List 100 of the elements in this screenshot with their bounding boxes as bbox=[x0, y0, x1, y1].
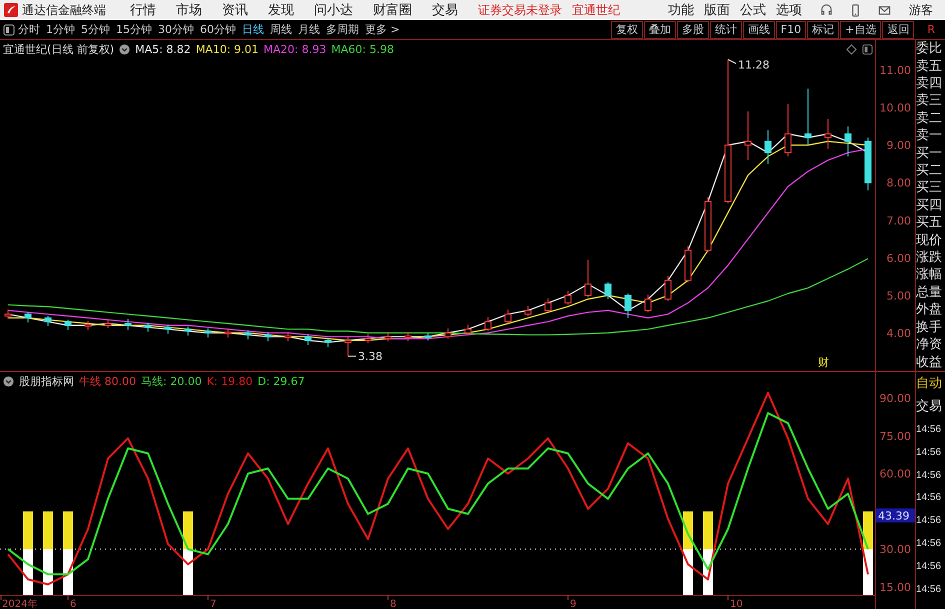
axis-tick-label: 90.00 bbox=[880, 392, 911, 405]
axis-tick-label: 8 bbox=[390, 599, 396, 609]
axis-tick-label: 15.00 bbox=[880, 580, 911, 594]
current-value-badge: 43.39 bbox=[876, 508, 915, 522]
axis-tick-label: 7 bbox=[210, 599, 216, 609]
candlestick bbox=[444, 328, 452, 340]
corner-label[interactable]: R bbox=[927, 23, 935, 36]
tool-menu-item[interactable]: 公式 bbox=[740, 1, 766, 19]
toolbar-button[interactable]: 多股 bbox=[676, 20, 709, 38]
quote-label: 卖三 bbox=[916, 93, 943, 108]
menu-item[interactable]: 财富圈 bbox=[373, 1, 412, 19]
axis-tick-label: 30.00 bbox=[880, 543, 911, 556]
candlestick bbox=[204, 328, 212, 338]
panel-toggle-icon[interactable] bbox=[3, 24, 15, 36]
candlestick bbox=[744, 110, 752, 161]
indicator-value: 马线: 20.00 bbox=[141, 374, 202, 388]
axis-tick-label: 10.00 bbox=[880, 102, 911, 115]
axis-tick-label: 5.00 bbox=[886, 289, 911, 302]
phone-icon[interactable] bbox=[849, 4, 862, 16]
legend-entry: MA20: 8.93 bbox=[264, 42, 326, 56]
candlestick bbox=[464, 324, 472, 336]
candlestick bbox=[4, 309, 12, 320]
menu-item[interactable]: 资讯 bbox=[222, 1, 248, 19]
quote-label: 买四 bbox=[916, 198, 943, 213]
axis-tick-label: 2024年 bbox=[2, 599, 38, 609]
tool-menu-item[interactable]: 选项 bbox=[776, 1, 802, 19]
price-annotation: 11.28 bbox=[728, 58, 770, 72]
axis-tick-label: 9 bbox=[570, 599, 576, 609]
candlestick bbox=[384, 332, 392, 342]
candlestick bbox=[784, 103, 792, 157]
panel-icon[interactable] bbox=[862, 44, 873, 54]
menu-item[interactable]: 问小达 bbox=[314, 1, 353, 19]
legend-entry: MA60: 5.98 bbox=[331, 42, 394, 56]
trade-time: 14:56 bbox=[916, 537, 942, 552]
candlestick bbox=[604, 282, 612, 300]
legend-entry: MA10: 9.01 bbox=[196, 42, 259, 56]
annotation: 3.38 bbox=[358, 350, 382, 364]
chevron-circle-icon[interactable] bbox=[119, 44, 130, 54]
quote-label: 买五 bbox=[916, 215, 943, 230]
quote-label: 卖五 bbox=[916, 58, 943, 74]
menu-item[interactable]: 发现 bbox=[268, 1, 294, 19]
legend-entry: K: 19.80 bbox=[206, 374, 253, 388]
candlestick bbox=[224, 328, 232, 338]
candlestick bbox=[124, 318, 132, 330]
axis-tick-label: 7.00 bbox=[886, 214, 911, 228]
diamond-icon[interactable] bbox=[846, 44, 857, 54]
quote-label: 净资 bbox=[916, 337, 943, 352]
user-label[interactable]: 游客 bbox=[909, 2, 933, 18]
menu-item[interactable]: 行情 bbox=[130, 1, 156, 19]
toolbar-button[interactable]: 复权 bbox=[610, 20, 643, 38]
toolbar-button[interactable]: 标记 bbox=[807, 20, 840, 38]
candlestick bbox=[104, 318, 112, 329]
headset-icon[interactable] bbox=[820, 4, 833, 16]
period-tab[interactable]: 5分钟 bbox=[81, 22, 110, 37]
toolbar-button[interactable]: 统计 bbox=[710, 20, 742, 38]
quote-label: 涨跌 bbox=[916, 250, 943, 266]
period-tab[interactable]: 周线 bbox=[270, 22, 292, 37]
period-tab[interactable]: 月线 bbox=[298, 22, 320, 37]
indicator-value: 牛线 80.00 bbox=[79, 374, 136, 388]
candlestick bbox=[504, 309, 512, 324]
mail-icon[interactable] bbox=[878, 4, 891, 16]
toolbar-button[interactable]: 叠加 bbox=[644, 20, 676, 38]
candlestick bbox=[584, 259, 592, 298]
period-tab[interactable]: 多周期 bbox=[326, 22, 359, 37]
axis-tick-label: 10 bbox=[730, 599, 743, 609]
finance-marker[interactable]: 财 bbox=[818, 356, 829, 369]
annotation: 11.28 bbox=[738, 58, 770, 72]
toolbar-button[interactable]: 画线 bbox=[742, 20, 775, 38]
chevron-circle-icon[interactable] bbox=[3, 376, 14, 386]
menu-item[interactable]: 市场 bbox=[176, 1, 202, 19]
stock-name: 宜通世纪 bbox=[572, 2, 620, 18]
period-tab[interactable]: 60分钟 bbox=[200, 22, 236, 37]
axis-tick-label: 60.00 bbox=[880, 468, 911, 481]
toolbar-button[interactable]: 返回 bbox=[882, 20, 914, 38]
legend-entry: D: 29.67 bbox=[258, 374, 305, 388]
period-tab[interactable]: 日线 bbox=[242, 22, 264, 37]
trade-time: 14:56 bbox=[916, 582, 942, 597]
candlestick bbox=[644, 294, 652, 313]
candlestick bbox=[44, 316, 52, 327]
period-tab[interactable]: 分时 bbox=[18, 22, 40, 37]
trade-time: 14:56 bbox=[916, 560, 942, 574]
quote-label: 收益 bbox=[916, 354, 943, 370]
period-tab[interactable]: 30分钟 bbox=[158, 22, 194, 37]
candlestick bbox=[304, 334, 312, 346]
quote-label: 换手 bbox=[916, 320, 943, 335]
toolbar-button[interactable]: +自选 bbox=[840, 20, 882, 38]
login-status[interactable]: 证券交易未登录 bbox=[478, 2, 562, 18]
trade-time: 14:56 bbox=[916, 422, 942, 437]
candlestick bbox=[524, 305, 532, 317]
menu-item[interactable]: 交易 bbox=[432, 1, 458, 19]
toolbar-button[interactable]: F10 bbox=[776, 20, 806, 38]
candlestick bbox=[164, 324, 172, 334]
tool-menu-item[interactable]: 版面 bbox=[704, 1, 730, 19]
period-tab[interactable]: 1分钟 bbox=[46, 22, 75, 37]
chart-title: 宜通世纪(日线 前复权) bbox=[3, 42, 114, 56]
candlestick bbox=[664, 275, 672, 302]
auto-label[interactable]: 自动 bbox=[916, 376, 945, 391]
period-tab[interactable]: 15分钟 bbox=[116, 22, 152, 37]
period-tab[interactable]: 更多 > bbox=[365, 22, 400, 37]
tool-menu-item[interactable]: 功能 bbox=[668, 1, 694, 19]
